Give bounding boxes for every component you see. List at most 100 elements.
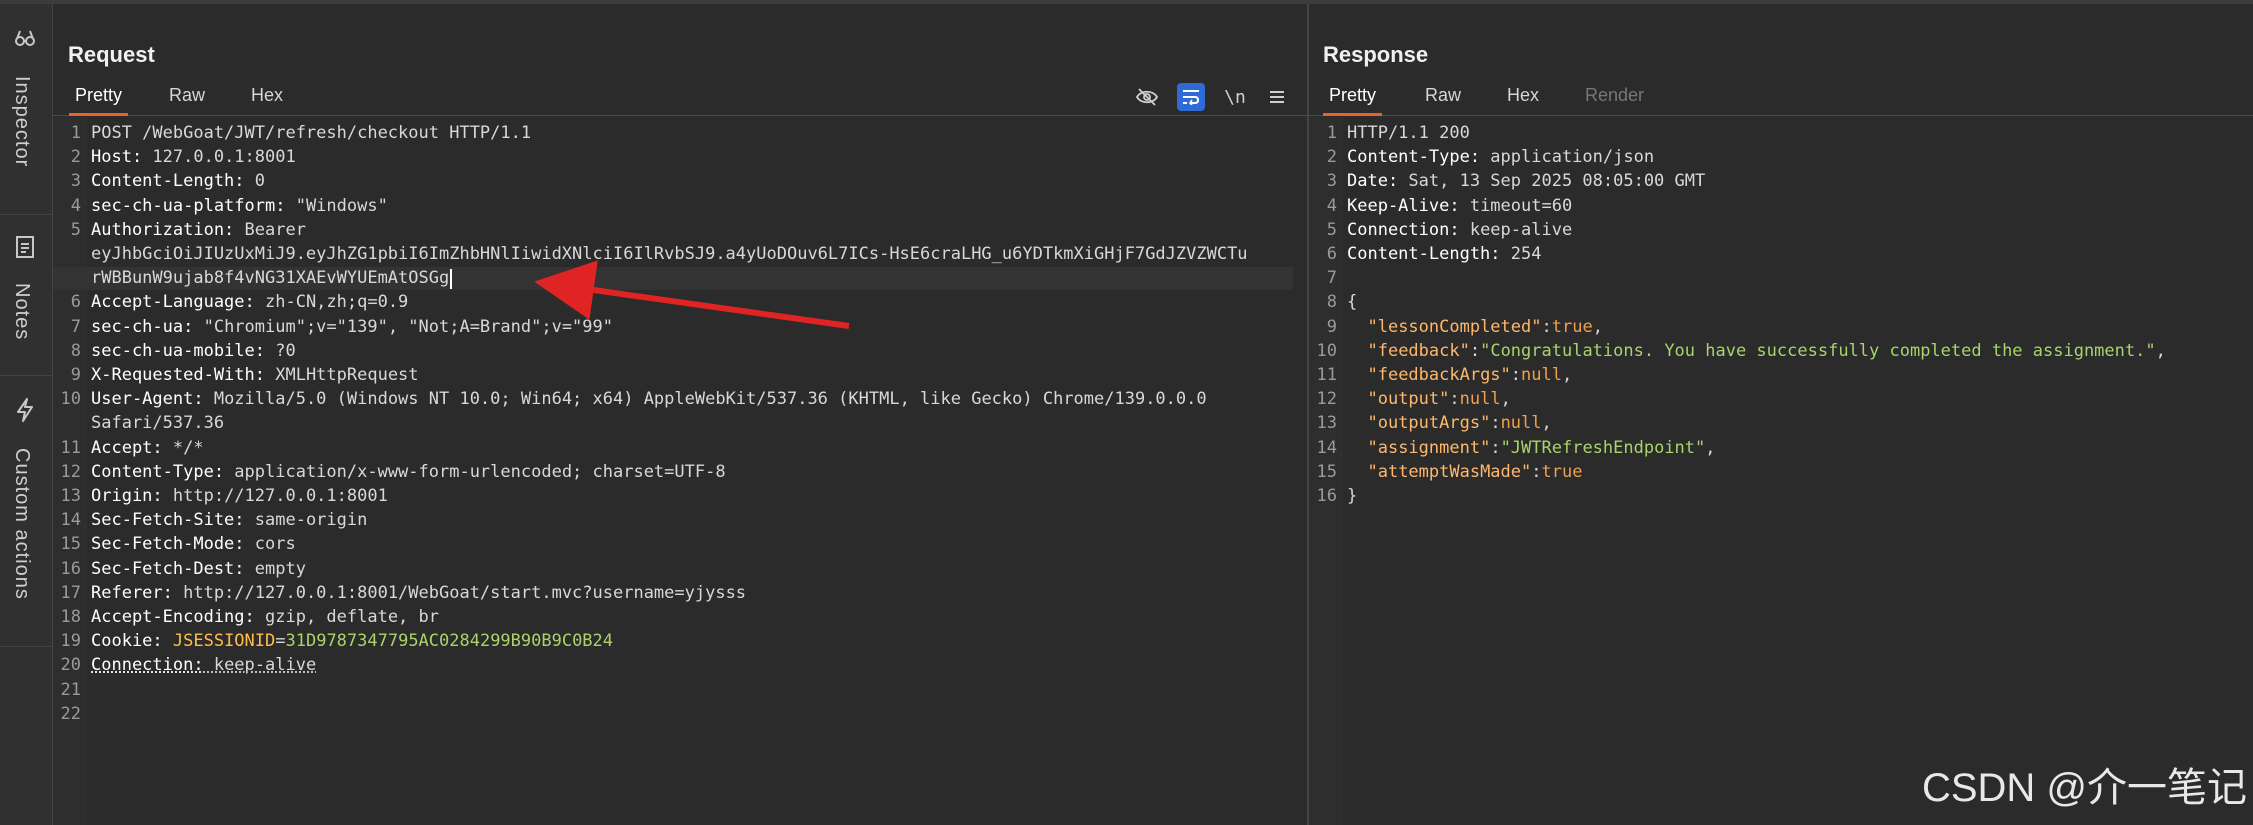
request-title: Request — [68, 42, 155, 67]
json-key: "feedbackArgs" — [1367, 365, 1511, 385]
line-number: 5 — [1326, 219, 1337, 240]
cookie-name: JSESSIONID — [172, 631, 276, 652]
tab-raw[interactable]: Raw — [1425, 85, 1461, 113]
code-line: Host: 127.0.0.1:8001 — [91, 147, 296, 167]
header-value: */* — [162, 437, 204, 458]
code-line: sec-ch-ua: "Chromium";v="139", "Not;A=Br… — [91, 317, 613, 337]
eye-off-icon[interactable] — [1133, 83, 1161, 111]
header-value: 254 — [1500, 244, 1542, 264]
header-value: application/x-www-form-urlencoded; chars… — [224, 461, 726, 482]
header-name: Origin: — [91, 486, 163, 506]
line-number: 3 — [1326, 171, 1337, 192]
request-editor[interactable]: 1 POST /WebGoat/JWT/refresh/checkout HTTP… — [53, 117, 1307, 825]
line-number: 16 — [60, 558, 81, 579]
sidebar-tab-inspector[interactable]: Inspector — [0, 4, 52, 215]
code-line: "lessonCompleted":true, — [1367, 316, 1603, 337]
json-value: "JWTRefreshEndpoint" — [1500, 437, 1706, 458]
wrap-icon[interactable] — [1177, 83, 1205, 111]
code-line: eyJhbGciOiJIUzUxMiJ9.eyJhZG1pbiI6ImZhbHN… — [91, 244, 1248, 264]
line-number: 15 — [1316, 461, 1337, 482]
json-value: true — [1551, 316, 1593, 337]
code-line: sec-ch-ua-mobile: ?0 — [91, 341, 296, 361]
side-panel: Inspector Notes Custom actions — [0, 4, 53, 825]
line-number: 6 — [70, 292, 81, 313]
header-name: Content-Length: — [1347, 244, 1501, 264]
header-value: Mozilla/5.0 (Windows NT 10.0; Win64; x64… — [203, 389, 1207, 410]
code-line: Referer: http://127.0.0.1:8001/WebGoat/s… — [91, 583, 746, 603]
code-line: Connection: keep-alive — [91, 655, 316, 675]
line-number: 18 — [60, 607, 81, 627]
code-line: "feedbackArgs":null, — [1367, 365, 1573, 385]
header-name: Date: — [1347, 171, 1399, 192]
header-value: cors — [244, 534, 296, 555]
line-number: 5 — [70, 219, 81, 240]
code-line: Sec-Fetch-Dest: empty — [91, 559, 306, 579]
json-key: "outputArgs" — [1367, 413, 1491, 434]
code-line: sec-ch-ua-platform: "Windows" — [91, 196, 388, 216]
lightning-icon — [13, 398, 37, 422]
code-line: Content-Type: application/json — [1347, 147, 1654, 167]
sidebar-tab-custom-actions[interactable]: Custom actions — [0, 376, 52, 647]
response-editor[interactable]: 1 HTTP/1.1 200 2 Content-Type: application/… — [1309, 117, 2253, 825]
line-number: 2 — [1326, 147, 1337, 168]
line-number: 7 — [70, 316, 81, 337]
code-line: "output":null, — [1367, 389, 1511, 410]
code-line: X-Requested-With: XMLHttpRequest — [91, 365, 419, 385]
json-value: "Congratulations. You have successfully … — [1480, 340, 2156, 361]
code-line: Accept-Encoding: gzip, deflate, br — [91, 607, 439, 627]
line-number: 12 — [1316, 389, 1337, 410]
code-line: User-Agent: Mozilla/5.0 (Windows NT 10.0… — [91, 389, 1207, 409]
header-name: sec-ch-ua-mobile: — [91, 340, 265, 361]
header-name: Content-Length: — [91, 171, 245, 192]
menu-icon[interactable] — [1263, 83, 1291, 111]
tab-raw[interactable]: Raw — [169, 85, 205, 113]
json-key: "lessonCompleted" — [1367, 316, 1542, 337]
header-name: Accept-Language: — [91, 292, 255, 313]
json-value: null — [1521, 365, 1562, 385]
line-number: 7 — [1326, 268, 1337, 289]
newline-toggle[interactable]: \n — [1221, 83, 1249, 111]
code-line: "feedback":"Congratulations. You have su… — [1367, 340, 2166, 361]
header-name: User-Agent: — [91, 389, 204, 410]
header-name: Keep-Alive: — [1347, 195, 1460, 216]
line-number: 10 — [60, 389, 81, 410]
header-name: X-Requested-With: — [91, 365, 265, 385]
header-value: timeout=60 — [1459, 195, 1573, 216]
header-value: ?0 — [265, 340, 296, 361]
line-number: 1 — [1326, 123, 1337, 143]
code-line: Content-Length: 0 — [91, 171, 265, 191]
code-line: Accept-Language: zh-CN,zh;q=0.9 — [91, 292, 408, 312]
line-number: 8 — [1326, 292, 1337, 313]
code-line: Cookie: JSESSIONID=31D9787347795AC028429… — [91, 631, 614, 652]
sidebar-tab-notes[interactable]: Notes — [0, 215, 52, 376]
header-value: 127.0.0.1:8001 — [142, 147, 296, 168]
sidebar-tab-label: Custom actions — [11, 448, 33, 600]
header-name: sec-ch-ua-platform: — [91, 195, 286, 216]
response-tabs: Pretty Raw Hex Render — [1309, 77, 2253, 116]
json-value: true — [1541, 461, 1583, 482]
header-name: Connection: — [1347, 219, 1460, 240]
code-line: "assignment":"JWTRefreshEndpoint", — [1367, 437, 1716, 458]
json-key: "attemptWasMade" — [1367, 461, 1532, 482]
tab-hex[interactable]: Hex — [1507, 85, 1539, 113]
sidebar-tab-label: Inspector — [11, 76, 33, 168]
line-number: 13 — [1316, 413, 1337, 434]
code-line: Content-Length: 254 — [1347, 244, 1541, 264]
header-value: "Windows" — [285, 195, 388, 216]
line-number: 2 — [70, 147, 81, 168]
code-line: Connection: keep-alive — [1347, 220, 1572, 240]
json-key: "output" — [1367, 389, 1450, 410]
header-value: 0 — [244, 171, 266, 192]
code-line: Date: Sat, 13 Sep 2025 08:05:00 GMT — [1347, 171, 1705, 191]
header-name: Host: — [91, 147, 143, 168]
tab-pretty[interactable]: Pretty — [1323, 85, 1383, 116]
header-value: zh-CN,zh;q=0.9 — [254, 292, 409, 313]
tab-render[interactable]: Render — [1585, 85, 1644, 113]
line-number: 11 — [1316, 365, 1337, 385]
header-value: gzip, deflate, br — [254, 607, 439, 627]
header-name: Sec-Fetch-Site: — [91, 510, 245, 531]
tab-hex[interactable]: Hex — [251, 85, 283, 113]
header-name: Cookie: — [91, 631, 173, 652]
tab-pretty[interactable]: Pretty — [69, 85, 129, 116]
line-number: 15 — [60, 534, 81, 555]
